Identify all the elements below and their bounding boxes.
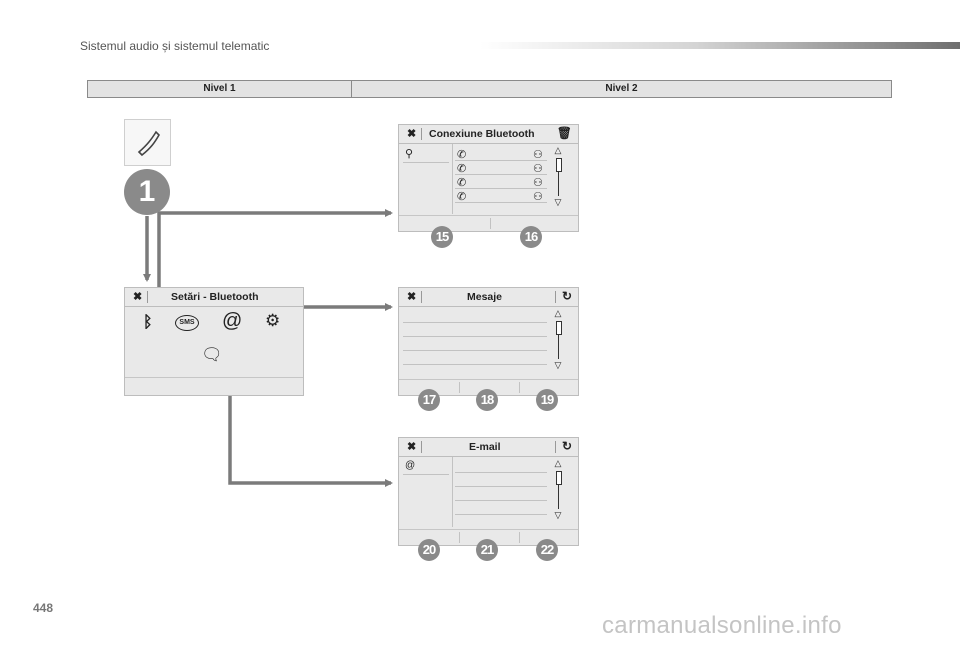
list-row-divider [455,202,547,203]
scroll-down-icon[interactable]: ▽ [553,510,563,521]
list-row-divider [403,364,547,365]
page-number: 448 [33,601,54,615]
title-bar: ✖ Setări - Bluetooth [125,288,303,307]
scroll-up-icon[interactable]: △ [553,458,563,469]
footer-divider [519,532,520,543]
list-row-divider [403,322,547,323]
settings-icon[interactable]: ⚙ [265,311,280,331]
at-icon[interactable]: @ [222,310,242,333]
phone-icon [137,130,160,157]
bluetooth-settings-panel: ✖ Setări - Bluetooth ᛒ SMS @ ⚙ 🗨 [124,287,304,396]
sms-icon[interactable]: SMS [175,315,199,331]
refresh-icon[interactable]: ↻ [562,289,572,303]
list-row-divider [455,174,547,175]
search-icon[interactable]: ⚲ [405,147,413,160]
close-icon[interactable]: ✖ [407,290,416,303]
menu-step-number: 1 [124,169,170,215]
footer-divider [519,382,520,393]
title-divider [555,291,556,303]
close-icon[interactable]: ✖ [407,127,416,140]
title-divider [421,291,422,303]
title-bar: ✖ Conexiune Bluetooth 🗑 [399,125,578,144]
list-row-divider [455,486,547,487]
panel-footer [125,377,303,395]
refresh-icon[interactable]: ↻ [562,439,572,453]
title-divider [421,128,422,140]
panel-title: E-mail [469,441,501,453]
search-underline [403,162,449,163]
marker-22: 22 [536,539,558,561]
watermark: carmanualsonline.info [602,612,842,639]
footer-divider [459,382,460,393]
marker-18: 18 [476,389,498,411]
scroll-track [558,485,559,509]
list-row-divider [455,472,547,473]
marker-21: 21 [476,539,498,561]
scroll-up-icon[interactable]: △ [553,145,563,156]
list-row-divider [455,514,547,515]
list-row-divider [455,188,547,189]
title-divider [555,441,556,453]
scroll-down-icon[interactable]: ▽ [553,197,563,208]
scroll-track [558,335,559,359]
trash-icon[interactable]: 🗑 [557,126,572,140]
title-bar: ✖ E-mail ↻ [399,438,578,457]
scroll-thumb[interactable] [556,321,562,335]
title-divider [421,441,422,453]
panel-title: Setări - Bluetooth [171,291,259,303]
footer-divider [459,532,460,543]
phone-button[interactable] [124,119,171,166]
list-divider [452,144,453,214]
title-divider [147,291,148,303]
scroll-down-icon[interactable]: ▽ [553,360,563,371]
scroll-thumb[interactable] [556,471,562,485]
close-icon[interactable]: ✖ [133,290,142,303]
list-row-divider [403,336,547,337]
list-divider [452,457,453,527]
panel-title: Conexiune Bluetooth [429,128,535,140]
list-row-divider [455,500,547,501]
marker-15: 15 [431,226,453,248]
marker-19: 19 [536,389,558,411]
email-panel: ✖ E-mail ↻ @ △ ▽ [398,437,579,546]
marker-20: 20 [418,539,440,561]
marker-16: 16 [520,226,542,248]
message-list-icon[interactable]: 🗨 [201,345,223,365]
at-icon[interactable]: @ [405,460,415,471]
search-underline [403,474,449,475]
bluetooth-icon[interactable]: ᛒ [143,314,153,332]
close-icon[interactable]: ✖ [407,440,416,453]
footer-divider [490,218,491,229]
scroll-thumb[interactable] [556,158,562,172]
list-row-divider [455,160,547,161]
panel-footer [399,215,578,231]
marker-17: 17 [418,389,440,411]
scroll-track [558,172,559,196]
messages-panel: ✖ Mesaje ↻ △ ▽ [398,287,579,396]
bluetooth-connection-panel: ✖ Conexiune Bluetooth 🗑 ⚲ ✆ ⚇ ✆ ⚇ ✆ ⚇ ✆ … [398,124,579,232]
list-row-divider [403,350,547,351]
scroll-up-icon[interactable]: △ [553,308,563,319]
title-bar: ✖ Mesaje ↻ [399,288,578,307]
panel-title: Mesaje [467,291,503,303]
